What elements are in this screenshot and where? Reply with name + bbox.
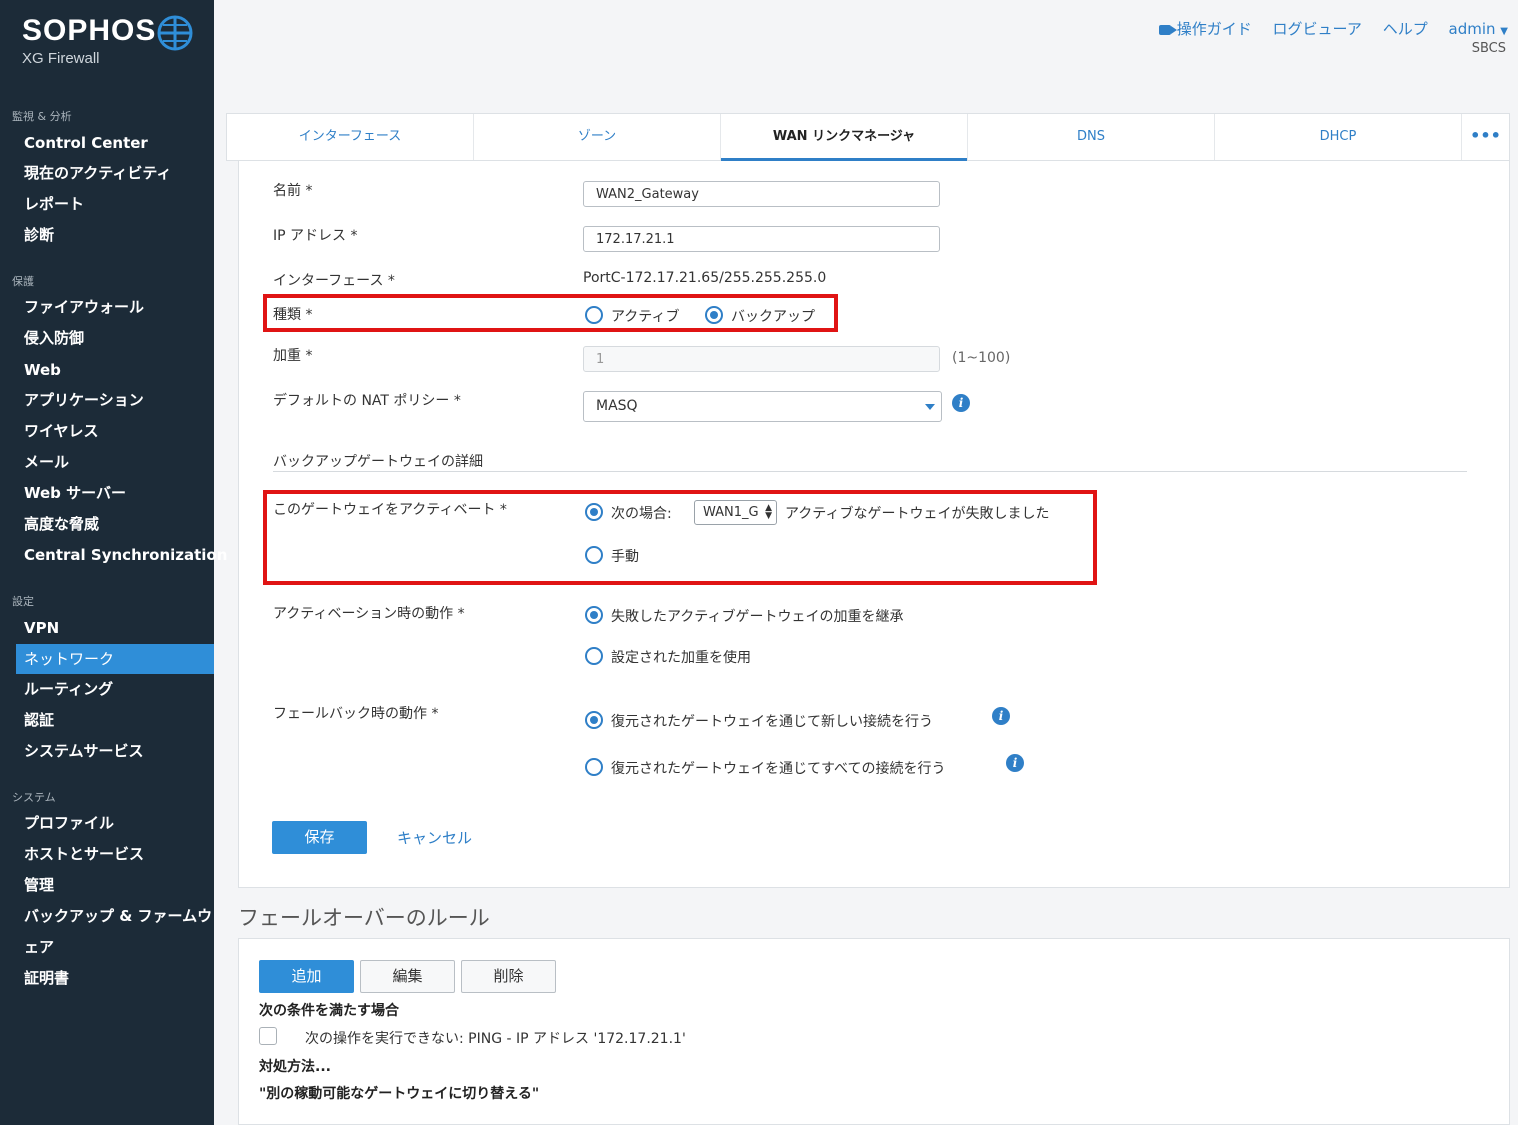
failback-new-label: 復元されたゲートウェイを通じて新しい接続を行う xyxy=(611,714,933,730)
nav-item-reports[interactable]: レポート xyxy=(16,189,214,219)
nav-item-email[interactable]: メール xyxy=(16,447,214,477)
nav-item-control-center[interactable]: Control Center xyxy=(16,128,214,158)
nav-item-authentication[interactable]: 認証 xyxy=(16,705,214,735)
weight-label: 加重 * xyxy=(273,348,313,364)
more-tabs-icon[interactable]: ••• xyxy=(1462,114,1509,160)
save-button[interactable]: 保存 xyxy=(272,821,367,854)
failback-all-radio[interactable] xyxy=(585,758,603,776)
tab-wan-link-manager[interactable]: WAN リンクマネージャ xyxy=(721,114,968,161)
tab-dns[interactable]: DNS xyxy=(968,114,1215,160)
nav-item-backup-firmware[interactable]: バックアップ & ファームウ xyxy=(16,901,214,931)
header-links: 操作ガイド ログビューア ヘルプ admin ▼ xyxy=(1143,18,1508,39)
nav-item-backup-firmware-cont[interactable]: ェア xyxy=(16,932,214,962)
ip-label: IP アドレス * xyxy=(273,228,358,244)
edit-button[interactable]: 編集 xyxy=(360,960,455,993)
inherit-weight-label: 失敗したアクティブゲートウェイの加重を継承 xyxy=(611,609,904,625)
nat-policy-value: MASQ xyxy=(596,398,638,414)
cancel-button[interactable]: キャンセル xyxy=(397,827,472,848)
caret-down-icon: ▼ xyxy=(1500,26,1508,37)
nav-section-protect: 保護 xyxy=(12,275,34,288)
interface-label: インターフェース * xyxy=(273,273,395,289)
chevron-down-icon xyxy=(925,404,935,410)
failback-new-radio[interactable] xyxy=(585,711,603,729)
sidebar: SOPHOS XG Firewall 監視 & 分析 Control Cente… xyxy=(0,0,227,1125)
backup-section-title: バックアップゲートウェイの詳細 xyxy=(273,454,483,470)
nav-item-system-services[interactable]: システムサービス xyxy=(16,736,214,766)
nav-item-certificates[interactable]: 証明書 xyxy=(16,963,214,993)
name-input[interactable] xyxy=(583,181,940,207)
section-divider xyxy=(273,471,1467,472)
weight-range: (1~100) xyxy=(952,350,1011,366)
tab-bar: インターフェース ゾーン WAN リンクマネージャ DNS DHCP ••• xyxy=(226,113,1510,161)
nav-section-monitor: 監視 & 分析 xyxy=(12,110,72,123)
nav-item-web-server[interactable]: Web サーバー xyxy=(16,478,214,508)
interface-value: PortC-172.17.21.65/255.255.255.0 xyxy=(583,270,827,286)
tab-interfaces[interactable]: インターフェース xyxy=(227,114,474,160)
name-label: 名前 * xyxy=(273,183,313,199)
configured-weight-radio[interactable] xyxy=(585,647,603,665)
nav-item-diagnostics[interactable]: 診断 xyxy=(16,220,214,250)
video-camera-icon xyxy=(1158,24,1177,35)
nav-item-hosts-services[interactable]: ホストとサービス xyxy=(16,839,214,869)
nav-item-applications[interactable]: アプリケーション xyxy=(16,385,214,415)
action-text: "別の稼動可能なゲートウェイに切り替える" xyxy=(259,1086,540,1102)
configured-weight-label: 設定された加重を使用 xyxy=(611,650,751,666)
nav-item-current-activity[interactable]: 現在のアクティビティ xyxy=(16,158,214,188)
globe-icon xyxy=(157,15,193,51)
rule-checkbox[interactable] xyxy=(259,1027,277,1045)
device-name: SBCS xyxy=(1471,41,1506,56)
nav-section-configure: 設定 xyxy=(12,595,34,608)
product-name: XG Firewall xyxy=(22,50,100,67)
nav-item-web[interactable]: Web xyxy=(16,355,214,385)
nat-policy-select[interactable]: MASQ xyxy=(583,391,942,422)
nav-item-profiles[interactable]: プロファイル xyxy=(16,808,214,838)
nav-item-ips[interactable]: 侵入防御 xyxy=(16,323,214,353)
condition-heading: 次の条件を満たす場合 xyxy=(259,1003,399,1019)
nat-policy-label: デフォルトの NAT ポリシー * xyxy=(273,393,461,409)
nav-item-routing[interactable]: ルーティング xyxy=(16,674,214,704)
nav-item-network[interactable]: ネットワーク xyxy=(16,644,214,674)
failover-rules-title: フェールオーバーのルール xyxy=(238,906,490,930)
tab-dhcp[interactable]: DHCP xyxy=(1215,114,1462,160)
failback-all-label: 復元されたゲートウェイを通じてすべての接続を行う xyxy=(611,761,946,777)
tab-zones[interactable]: ゾーン xyxy=(474,114,721,160)
nat-info-icon[interactable]: i xyxy=(952,394,970,412)
ip-input[interactable] xyxy=(583,226,940,252)
failback-all-info-icon[interactable]: i xyxy=(1006,754,1024,772)
failback-new-info-icon[interactable]: i xyxy=(992,707,1010,725)
weight-input[interactable] xyxy=(583,346,940,372)
delete-button[interactable]: 削除 xyxy=(461,960,556,993)
nav-item-administration[interactable]: 管理 xyxy=(16,870,214,900)
add-button[interactable]: 追加 xyxy=(259,960,354,993)
guide-link[interactable]: 操作ガイド xyxy=(1158,20,1252,38)
rule-text: 次の操作を実行できない: PING - IP アドレス '172.17.21.1… xyxy=(305,1031,686,1047)
nav-item-firewall[interactable]: ファイアウォール xyxy=(16,292,214,322)
log-viewer-link[interactable]: ログビューア xyxy=(1273,20,1362,38)
nav-section-system: システム xyxy=(12,791,56,804)
admin-menu[interactable]: admin ▼ xyxy=(1449,20,1508,38)
nav-item-advanced-threat[interactable]: 高度な脅威 xyxy=(16,509,214,539)
activate-highlight-box xyxy=(263,490,1097,585)
nav-item-vpn[interactable]: VPN xyxy=(16,613,214,643)
type-highlight-box xyxy=(263,294,838,332)
nav-item-central-sync[interactable]: Central Synchronization xyxy=(16,540,227,570)
sophos-logo[interactable]: SOPHOS XG Firewall xyxy=(22,14,193,67)
inherit-weight-radio[interactable] xyxy=(585,606,603,624)
action-heading: 対処方法... xyxy=(259,1059,331,1075)
help-link[interactable]: ヘルプ xyxy=(1383,20,1428,38)
on-activation-label: アクティベーション時の動作 * xyxy=(273,606,465,622)
brand-name: SOPHOS xyxy=(22,14,157,47)
nav-item-wireless[interactable]: ワイヤレス xyxy=(16,416,214,446)
failback-label: フェールバック時の動作 * xyxy=(273,706,439,722)
